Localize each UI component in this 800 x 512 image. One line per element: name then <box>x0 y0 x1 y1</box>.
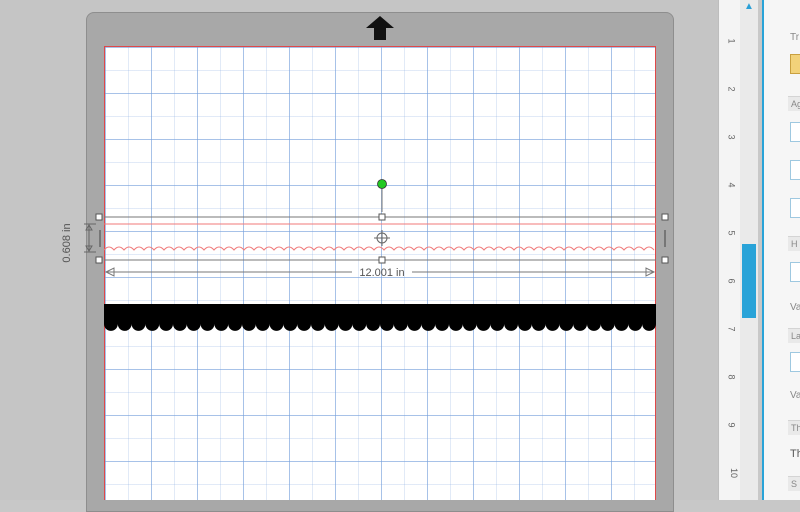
ruler-number: 3 <box>726 134 737 140</box>
ruler-number: 10 <box>729 467 740 479</box>
ruler-number: 4 <box>726 182 737 188</box>
panel-input-box[interactable] <box>790 352 800 372</box>
properties-panel: Tr Ag H Va La Va Th Th S <box>762 0 800 500</box>
panel-option-box[interactable] <box>790 198 800 218</box>
ruler-number: 9 <box>726 422 737 428</box>
panel-section-s: S <box>788 476 800 491</box>
panel-section-la: La <box>788 328 800 343</box>
scrollbar-thumb[interactable] <box>742 244 756 318</box>
resize-handle-top-left[interactable] <box>95 213 103 221</box>
resize-handle-top-center[interactable] <box>378 213 386 221</box>
resize-handle-bottom-right[interactable] <box>661 256 669 264</box>
panel-value-label-2: Va <box>790 390 800 401</box>
resize-handle-bottom-center[interactable] <box>378 256 386 264</box>
resize-handle-bottom-left[interactable] <box>95 256 103 264</box>
panel-input-box[interactable] <box>790 262 800 282</box>
resize-handle-top-right[interactable] <box>661 213 669 221</box>
panel-tab-label[interactable]: Tr <box>790 32 799 43</box>
vertical-scrollbar[interactable]: ▲ <box>740 0 758 500</box>
rotate-handle-icon[interactable] <box>377 179 387 189</box>
panel-value-label: Va <box>790 302 800 313</box>
ruler-number: 5 <box>726 230 737 236</box>
ruler-number: 8 <box>726 374 737 380</box>
chevron-up-icon[interactable]: ▲ <box>740 0 758 14</box>
panel-option-box[interactable] <box>790 160 800 180</box>
scallop-border-shape[interactable] <box>104 304 656 332</box>
panel-section-align: Ag <box>788 96 800 111</box>
ruler-number: 6 <box>726 278 737 284</box>
panel-section-th: Th <box>788 420 800 435</box>
panel-tool-icon[interactable] <box>790 54 800 74</box>
arrow-up-icon[interactable] <box>366 16 394 40</box>
width-dimension-label: 12.001 in <box>359 267 404 279</box>
ruler-number: 7 <box>726 326 737 332</box>
panel-section-h: H <box>788 236 800 251</box>
ruler-number: 2 <box>726 86 737 92</box>
height-dimension-label: 0.608 in <box>61 223 73 262</box>
ruler-number: 1 <box>726 38 737 44</box>
vertical-ruler: 1 2 3 4 5 6 7 8 9 10 <box>718 0 740 500</box>
panel-th-text: Th <box>790 448 800 460</box>
panel-option-box[interactable] <box>790 122 800 142</box>
